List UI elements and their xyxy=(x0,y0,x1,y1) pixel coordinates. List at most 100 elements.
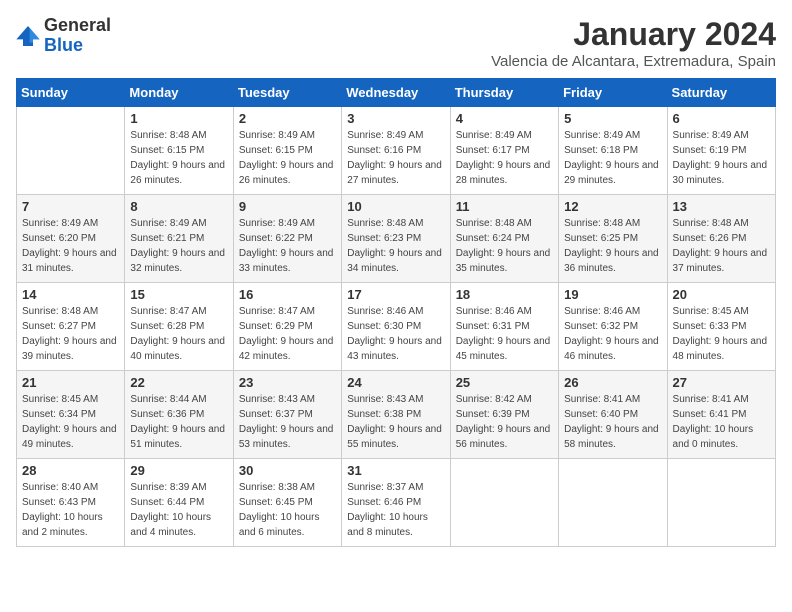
day-info: Sunrise: 8:43 AMSunset: 6:38 PMDaylight:… xyxy=(347,392,444,452)
day-cell xyxy=(17,107,125,195)
month-title: January 2024 xyxy=(491,16,776,53)
day-info: Sunrise: 8:46 AMSunset: 6:31 PMDaylight:… xyxy=(456,304,553,364)
day-number: 17 xyxy=(347,287,444,302)
day-cell: 24 Sunrise: 8:43 AMSunset: 6:38 PMDayligh… xyxy=(342,371,450,459)
day-cell: 7Sunrise: 8:49 AMSunset: 6:20 PMDaylight… xyxy=(17,195,125,283)
day-number: 10 xyxy=(347,199,444,214)
week-row-4: 21 Sunrise: 8:45 AMSunset: 6:34 PMDayligh… xyxy=(17,371,776,459)
day-number: 16 xyxy=(239,287,336,302)
day-number: 8 xyxy=(130,199,227,214)
day-info: Sunrise: 8:37 AMSunset: 6:46 PMDaylight:… xyxy=(347,480,444,540)
day-info: Sunrise: 8:45 AMSunset: 6:33 PMDaylight:… xyxy=(673,304,770,364)
day-info: Sunrise: 8:49 AMSunset: 6:22 PMDaylight:… xyxy=(239,216,336,276)
day-info: Sunrise: 8:44 AMSunset: 6:36 PMDaylight:… xyxy=(130,392,227,452)
day-number: 3 xyxy=(347,111,444,126)
day-info: Sunrise: 8:47 AMSunset: 6:29 PMDaylight:… xyxy=(239,304,336,364)
day-number: 24 xyxy=(347,375,444,390)
day-cell: 29 Sunrise: 8:39 AMSunset: 6:44 PMDayligh… xyxy=(125,459,233,547)
day-cell: 28 Sunrise: 8:40 AMSunset: 6:43 PMDayligh… xyxy=(17,459,125,547)
day-cell: 19 Sunrise: 8:46 AMSunset: 6:32 PMDayligh… xyxy=(559,283,667,371)
day-number: 14 xyxy=(22,287,119,302)
header-cell-sunday: Sunday xyxy=(17,79,125,107)
day-info: Sunrise: 8:45 AMSunset: 6:34 PMDaylight:… xyxy=(22,392,119,452)
day-cell: 5 Sunrise: 8:49 AMSunset: 6:18 PMDaylight… xyxy=(559,107,667,195)
header-cell-friday: Friday xyxy=(559,79,667,107)
day-cell: 6 Sunrise: 8:49 AMSunset: 6:19 PMDaylight… xyxy=(667,107,775,195)
day-cell: 22 Sunrise: 8:44 AMSunset: 6:36 PMDayligh… xyxy=(125,371,233,459)
day-cell: 17 Sunrise: 8:46 AMSunset: 6:30 PMDayligh… xyxy=(342,283,450,371)
day-info: Sunrise: 8:40 AMSunset: 6:43 PMDaylight:… xyxy=(22,480,119,540)
logo-blue-text: Blue xyxy=(44,35,83,55)
day-info: Sunrise: 8:49 AMSunset: 6:21 PMDaylight:… xyxy=(130,216,227,276)
logo-general-text: General xyxy=(44,15,111,35)
day-number: 6 xyxy=(673,111,770,126)
day-cell: 4Sunrise: 8:49 AMSunset: 6:17 PMDaylight… xyxy=(450,107,558,195)
day-info: Sunrise: 8:43 AMSunset: 6:37 PMDaylight:… xyxy=(239,392,336,452)
location-title: Valencia de Alcantara, Extremadura, Spai… xyxy=(491,53,776,70)
day-info: Sunrise: 8:49 AMSunset: 6:18 PMDaylight:… xyxy=(564,128,661,188)
calendar-body: 1 Sunrise: 8:48 AMSunset: 6:15 PMDaylight… xyxy=(17,107,776,547)
day-info: Sunrise: 8:38 AMSunset: 6:45 PMDaylight:… xyxy=(239,480,336,540)
day-cell xyxy=(450,459,558,547)
day-number: 11 xyxy=(456,199,553,214)
day-number: 7 xyxy=(22,199,119,214)
day-number: 1 xyxy=(130,111,227,126)
header-cell-tuesday: Tuesday xyxy=(233,79,341,107)
week-row-2: 7Sunrise: 8:49 AMSunset: 6:20 PMDaylight… xyxy=(17,195,776,283)
day-cell: 8 Sunrise: 8:49 AMSunset: 6:21 PMDaylight… xyxy=(125,195,233,283)
header-cell-monday: Monday xyxy=(125,79,233,107)
day-cell: 20 Sunrise: 8:45 AMSunset: 6:33 PMDayligh… xyxy=(667,283,775,371)
week-row-3: 14 Sunrise: 8:48 AMSunset: 6:27 PMDayligh… xyxy=(17,283,776,371)
logo: General Blue xyxy=(16,16,111,56)
day-cell: 30 Sunrise: 8:38 AMSunset: 6:45 PMDayligh… xyxy=(233,459,341,547)
day-cell: 14 Sunrise: 8:48 AMSunset: 6:27 PMDayligh… xyxy=(17,283,125,371)
day-cell: 2Sunrise: 8:49 AMSunset: 6:15 PMDaylight… xyxy=(233,107,341,195)
day-cell: 31Sunrise: 8:37 AMSunset: 6:46 PMDayligh… xyxy=(342,459,450,547)
day-number: 19 xyxy=(564,287,661,302)
title-area: January 2024 Valencia de Alcantara, Extr… xyxy=(491,16,776,70)
week-row-5: 28 Sunrise: 8:40 AMSunset: 6:43 PMDayligh… xyxy=(17,459,776,547)
day-number: 25 xyxy=(456,375,553,390)
day-info: Sunrise: 8:48 AMSunset: 6:25 PMDaylight:… xyxy=(564,216,661,276)
day-info: Sunrise: 8:46 AMSunset: 6:32 PMDaylight:… xyxy=(564,304,661,364)
day-cell: 18 Sunrise: 8:46 AMSunset: 6:31 PMDayligh… xyxy=(450,283,558,371)
day-number: 18 xyxy=(456,287,553,302)
day-number: 2 xyxy=(239,111,336,126)
day-number: 30 xyxy=(239,463,336,478)
day-number: 20 xyxy=(673,287,770,302)
header-cell-saturday: Saturday xyxy=(667,79,775,107)
day-info: Sunrise: 8:48 AMSunset: 6:15 PMDaylight:… xyxy=(130,128,227,188)
day-number: 12 xyxy=(564,199,661,214)
day-number: 26 xyxy=(564,375,661,390)
day-cell: 11Sunrise: 8:48 AMSunset: 6:24 PMDayligh… xyxy=(450,195,558,283)
day-info: Sunrise: 8:48 AMSunset: 6:23 PMDaylight:… xyxy=(347,216,444,276)
day-info: Sunrise: 8:47 AMSunset: 6:28 PMDaylight:… xyxy=(130,304,227,364)
day-info: Sunrise: 8:49 AMSunset: 6:17 PMDaylight:… xyxy=(456,128,553,188)
day-number: 5 xyxy=(564,111,661,126)
day-number: 29 xyxy=(130,463,227,478)
day-cell: 3 Sunrise: 8:49 AMSunset: 6:16 PMDaylight… xyxy=(342,107,450,195)
day-info: Sunrise: 8:41 AMSunset: 6:40 PMDaylight:… xyxy=(564,392,661,452)
day-info: Sunrise: 8:49 AMSunset: 6:16 PMDaylight:… xyxy=(347,128,444,188)
day-number: 28 xyxy=(22,463,119,478)
day-info: Sunrise: 8:49 AMSunset: 6:19 PMDaylight:… xyxy=(673,128,770,188)
calendar-header: SundayMondayTuesdayWednesdayThursdayFrid… xyxy=(17,79,776,107)
header-cell-thursday: Thursday xyxy=(450,79,558,107)
day-info: Sunrise: 8:48 AMSunset: 6:27 PMDaylight:… xyxy=(22,304,119,364)
day-number: 22 xyxy=(130,375,227,390)
day-info: Sunrise: 8:48 AMSunset: 6:26 PMDaylight:… xyxy=(673,216,770,276)
day-cell: 13Sunrise: 8:48 AMSunset: 6:26 PMDayligh… xyxy=(667,195,775,283)
day-cell: 21 Sunrise: 8:45 AMSunset: 6:34 PMDayligh… xyxy=(17,371,125,459)
week-row-1: 1 Sunrise: 8:48 AMSunset: 6:15 PMDaylight… xyxy=(17,107,776,195)
day-cell: 16 Sunrise: 8:47 AMSunset: 6:29 PMDayligh… xyxy=(233,283,341,371)
day-cell xyxy=(667,459,775,547)
day-number: 21 xyxy=(22,375,119,390)
day-number: 23 xyxy=(239,375,336,390)
day-cell: 23 Sunrise: 8:43 AMSunset: 6:37 PMDayligh… xyxy=(233,371,341,459)
day-cell: 9 Sunrise: 8:49 AMSunset: 6:22 PMDaylight… xyxy=(233,195,341,283)
day-number: 27 xyxy=(673,375,770,390)
day-info: Sunrise: 8:39 AMSunset: 6:44 PMDaylight:… xyxy=(130,480,227,540)
header-row: SundayMondayTuesdayWednesdayThursdayFrid… xyxy=(17,79,776,107)
day-number: 9 xyxy=(239,199,336,214)
day-info: Sunrise: 8:46 AMSunset: 6:30 PMDaylight:… xyxy=(347,304,444,364)
